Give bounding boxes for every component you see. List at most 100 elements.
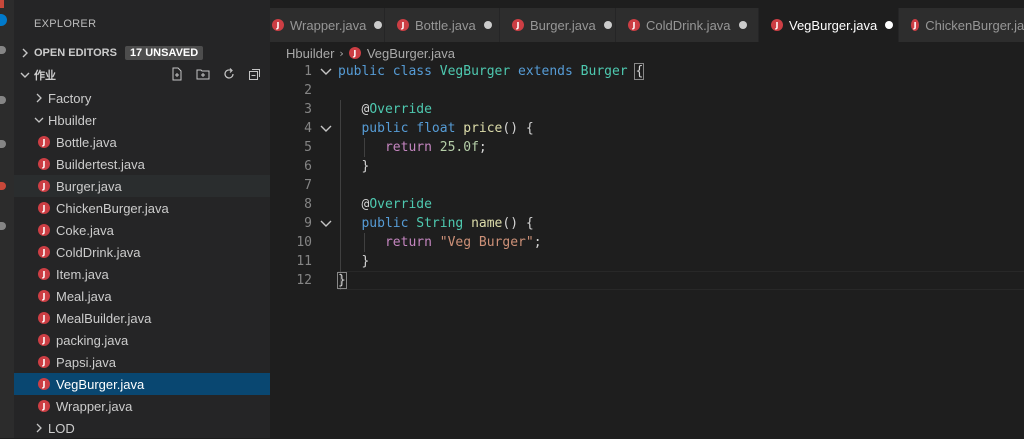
code-token: "Veg Burger" <box>439 235 534 250</box>
tree-item-label: Hbuilder <box>48 112 97 128</box>
tree-file-packing-java[interactable]: Jpacking.java <box>14 329 270 351</box>
line-number: 9 <box>304 216 312 231</box>
line-number: 5 <box>304 140 312 155</box>
activity-badge[interactable] <box>0 14 7 26</box>
code-line: 2 <box>270 81 1024 100</box>
collapse-all-icon[interactable] <box>248 67 262 84</box>
workspace-section[interactable]: 作业 <box>14 65 270 85</box>
code-token: } <box>361 254 370 269</box>
chevron-right-icon: › <box>339 46 344 60</box>
java-file-icon: J <box>38 224 50 236</box>
tree-file-wrapper-java[interactable]: J Wrapper.java <box>14 395 270 417</box>
code-token: price <box>463 121 503 136</box>
activity-bar <box>0 0 14 438</box>
activity-icon[interactable] <box>0 96 6 104</box>
java-file-icon: J <box>911 19 920 31</box>
chevron-down-icon[interactable] <box>318 62 334 81</box>
tab-label: VegBurger.java <box>789 17 878 33</box>
java-file-icon: J <box>38 378 50 390</box>
tree-item-label: Coke.java <box>56 222 114 238</box>
code-token: } <box>361 159 370 174</box>
code-editor[interactable]: 1 public class VegBurger extends Burger … <box>270 62 1024 438</box>
code-token: public <box>361 216 409 231</box>
code-token: public <box>338 64 385 79</box>
code-token: } <box>337 272 347 289</box>
java-file-icon: J <box>272 19 284 31</box>
tree-item-label: Item.java <box>56 266 109 282</box>
tree-folder-lod[interactable]: LOD <box>14 417 270 439</box>
tab-bottle-java[interactable]: J Bottle.java <box>385 8 500 42</box>
activity-icon[interactable] <box>0 46 6 54</box>
tree-file-bottle-java[interactable]: J Bottle.java <box>14 131 270 153</box>
code-line: 5 return 25.0f; <box>270 138 1024 157</box>
unsaved-dot-icon[interactable] <box>885 21 894 29</box>
activity-icon[interactable] <box>0 222 6 230</box>
tab-colddrink-java[interactable]: J ColdDrink.java <box>616 8 759 42</box>
tree-item-label: Papsi.java <box>56 354 116 370</box>
unsaved-dot-icon[interactable] <box>374 21 383 29</box>
tree-item-label: Bottle.java <box>56 134 117 150</box>
code-line: 9 public String name() { <box>270 214 1024 233</box>
activity-icon[interactable] <box>0 182 6 190</box>
workspace-label: 作业 <box>34 70 56 82</box>
chevron-down-icon[interactable] <box>318 119 334 138</box>
tree-file-buildertest-java[interactable]: J Buildertest.java <box>14 153 270 175</box>
activity-icon[interactable] <box>0 140 6 148</box>
code-token: 25.0f <box>439 140 479 155</box>
line-number: 3 <box>304 102 312 117</box>
chevron-right-icon <box>32 91 46 105</box>
java-file-icon: J <box>38 180 50 192</box>
unsaved-dot-icon[interactable] <box>603 21 612 29</box>
tab-label: ColdDrink.java <box>646 17 731 33</box>
tree-file-papsi-java[interactable]: J Papsi.java <box>14 351 270 373</box>
unsaved-dot-icon[interactable] <box>738 21 747 29</box>
tree-file-vegburger-java[interactable]: J VegBurger.java <box>14 373 270 395</box>
explorer-title: EXPLORER <box>34 18 97 30</box>
chevron-down-icon[interactable] <box>318 214 334 233</box>
tree-item-label: ChickenBurger.java <box>56 200 169 216</box>
tab-burger-java[interactable]: J Burger.java <box>500 8 616 42</box>
tab-label: Wrapper.java <box>290 17 367 33</box>
tab-wrapper-java[interactable]: J Wrapper.java <box>270 8 385 42</box>
tree-file-coke-java[interactable]: J Coke.java <box>14 219 270 241</box>
refresh-icon[interactable] <box>222 67 236 84</box>
tab-vegburger-java[interactable]: J VegBurger.java <box>759 8 899 42</box>
tree-file-mealbuilder-java[interactable]: J MealBuilder.java <box>14 307 270 329</box>
code-token: Burger <box>580 64 628 79</box>
tab-chickenburger-java[interactable]: J ChickenBurger.java <box>899 8 1024 42</box>
tree-folder-hbuilder[interactable]: Hbuilder <box>14 109 270 131</box>
code-token: () { <box>502 121 534 136</box>
open-editors-section[interactable]: OPEN EDITORS 17 UNSAVED <box>14 43 270 63</box>
tree-folder-factory[interactable]: Factory <box>14 87 270 109</box>
breadcrumb-folder[interactable]: Hbuilder <box>286 46 334 61</box>
java-file-icon: J <box>38 356 50 368</box>
new-folder-icon[interactable] <box>196 67 210 84</box>
code-token: Override <box>369 197 432 212</box>
code-token: return <box>384 235 432 250</box>
tree-item-label: Factory <box>48 90 92 106</box>
code-token: public <box>361 121 409 136</box>
tree-file-meal-java[interactable]: J Meal.java <box>14 285 270 307</box>
tab-label: Bottle.java <box>415 17 476 33</box>
line-number: 4 <box>304 121 312 136</box>
tree-file-item-java[interactable]: J Item.java <box>14 263 270 285</box>
tree-item-label: Wrapper.java <box>56 398 133 414</box>
tree-file-burger-java[interactable]: J Burger.java <box>14 175 270 197</box>
code-token: return <box>384 140 432 155</box>
line-number: 7 <box>304 178 312 193</box>
tree-file-chickenburger-java[interactable]: J ChickenBurger.java <box>14 197 270 219</box>
java-file-icon: J <box>38 312 50 324</box>
code-token: Override <box>369 102 432 117</box>
new-file-icon[interactable] <box>170 67 184 84</box>
tree-file-colddrink-java[interactable]: J ColdDrink.java <box>14 241 270 263</box>
java-file-icon: J <box>38 268 50 280</box>
code-line: 3 @Override <box>270 100 1024 119</box>
unsaved-badge: 17 UNSAVED <box>124 46 204 60</box>
java-file-icon: J <box>771 19 783 31</box>
unsaved-dot-icon[interactable] <box>483 21 492 29</box>
chevron-right-icon <box>18 46 32 60</box>
breadcrumb-file[interactable]: VegBurger.java <box>367 46 455 61</box>
java-file-icon: J <box>348 47 361 59</box>
code-line: 1 public class VegBurger extends Burger … <box>270 62 1024 81</box>
code-token: { <box>634 63 645 80</box>
